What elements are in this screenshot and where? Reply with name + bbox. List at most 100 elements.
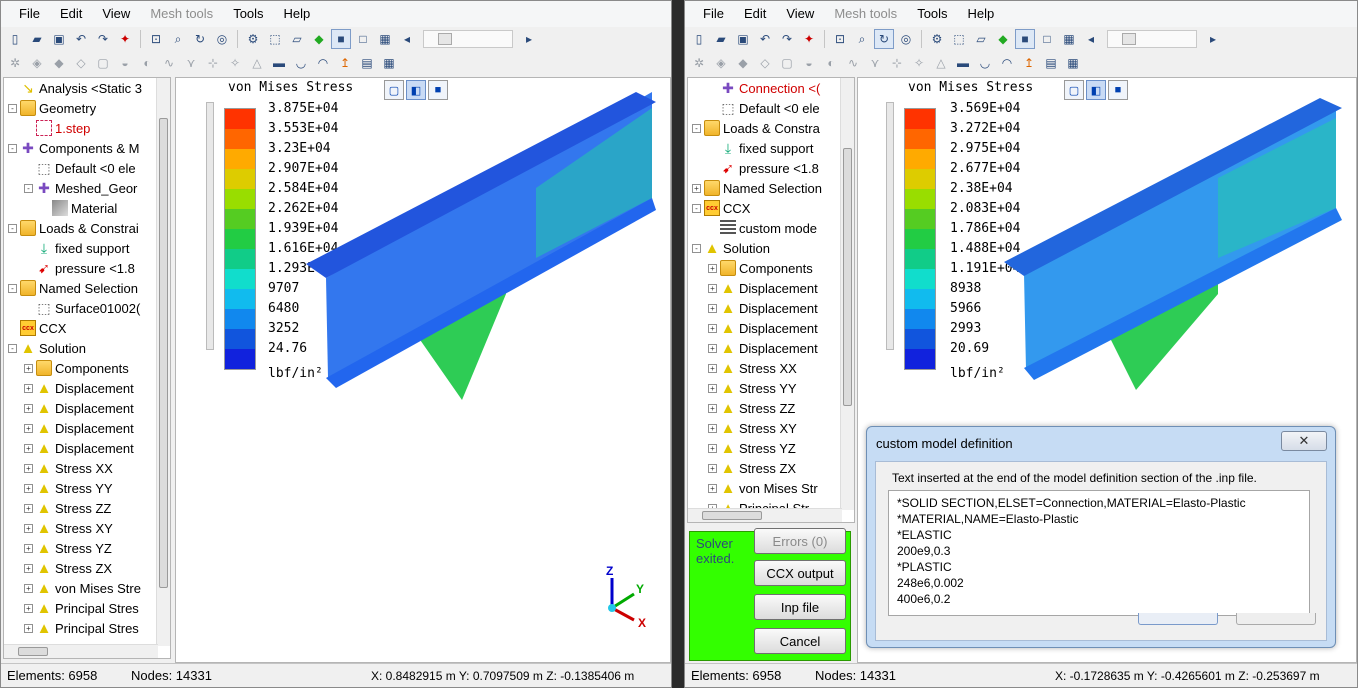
tree-item[interactable]: + ▲ Stress ZZ [688, 398, 854, 418]
tree-horizontal-scrollbar[interactable] [4, 644, 158, 658]
tree-item[interactable]: - Geometry [4, 98, 170, 118]
tree-item[interactable]: - ▲ Solution [4, 338, 170, 358]
errors-button[interactable]: Errors (0) [754, 528, 846, 554]
tree-item[interactable]: - ✚ Components & M [4, 138, 170, 158]
tree-item[interactable]: ✚ Connection <( [688, 78, 854, 98]
mesh-tool-icon[interactable]: ✧ [909, 53, 929, 73]
mesh-icon[interactable]: ▦ [1059, 29, 1079, 49]
expand-icon[interactable]: + [24, 363, 33, 373]
scroller-thumb[interactable] [438, 33, 452, 45]
collapse-icon[interactable]: - [8, 283, 17, 293]
surface-icon[interactable]: ◆ [993, 29, 1013, 49]
tree-item[interactable]: ccx CCX [4, 318, 170, 338]
select-mode-icon[interactable]: ⬚ [265, 29, 285, 49]
tree-item[interactable]: 1.step [4, 118, 170, 138]
table-icon[interactable]: ▦ [379, 53, 399, 73]
mesh-tool-icon[interactable]: ✲ [5, 53, 25, 73]
collapse-icon[interactable]: - [692, 123, 701, 133]
tree-vertical-scrollbar[interactable] [840, 78, 854, 510]
model-definition-textarea[interactable]: *SOLID SECTION,ELSET=Connection,MATERIAL… [888, 490, 1310, 616]
dialog-cancel-button[interactable] [1236, 613, 1316, 625]
close-icon[interactable]: ✕ [1281, 431, 1327, 451]
tree-item[interactable]: ➹ pressure <1.8 [4, 258, 170, 278]
tree-item[interactable]: ⤓ fixed support [688, 138, 854, 158]
expand-icon[interactable]: + [708, 403, 717, 413]
mesh-tool-icon[interactable]: ⊹ [203, 53, 223, 73]
expand-icon[interactable]: + [24, 443, 33, 453]
expand-icon[interactable]: + [24, 523, 33, 533]
undo-icon[interactable]: ↶ [755, 29, 775, 49]
save-icon[interactable]: ▣ [733, 29, 753, 49]
expand-icon[interactable]: + [24, 563, 33, 573]
menu-view[interactable]: View [92, 1, 140, 27]
collapse-icon[interactable]: - [8, 223, 17, 233]
expand-icon[interactable]: + [708, 443, 717, 453]
menu-help[interactable]: Help [958, 1, 1005, 27]
menu-edit[interactable]: Edit [50, 1, 92, 27]
tree-item[interactable]: + ▲ Stress YY [4, 478, 170, 498]
tree-item[interactable]: + ▲ Stress XX [688, 358, 854, 378]
scrollbar-thumb[interactable] [159, 118, 168, 588]
undo-icon[interactable]: ↶ [71, 29, 91, 49]
menu-view[interactable]: View [776, 1, 824, 27]
expand-icon[interactable]: + [708, 283, 717, 293]
expand-icon[interactable]: + [708, 483, 717, 493]
toolbar-scroller[interactable] [423, 30, 513, 48]
tree-item[interactable]: ⤓ fixed support [4, 238, 170, 258]
mesh-tool-icon[interactable]: ⋎ [181, 53, 201, 73]
mesh-tool-icon[interactable]: ◈ [711, 53, 731, 73]
scrollbar-thumb[interactable] [18, 647, 48, 656]
expand-icon[interactable]: + [708, 423, 717, 433]
tree-item[interactable]: + ▲ Displacement [688, 338, 854, 358]
zoom-box-icon[interactable]: ⊡ [830, 29, 850, 49]
tree-item[interactable]: + Components [688, 258, 854, 278]
tree-item[interactable]: + ▲ Displacement [688, 278, 854, 298]
shaded-icon[interactable]: ■ [1015, 29, 1035, 49]
tree-item[interactable]: + ▲ Displacement [688, 298, 854, 318]
mesh-tool-icon[interactable]: ◒ [799, 53, 819, 73]
ok-button[interactable] [1138, 613, 1218, 625]
menu-file[interactable]: File [693, 1, 734, 27]
fit-view-icon[interactable]: ◎ [896, 29, 916, 49]
3d-viewport[interactable]: von Mises Stress ▢ ◧ ■ 3.875E+04 3.553E+0… [175, 77, 671, 663]
tree-item[interactable]: - ✚ Meshed_Geor [4, 178, 170, 198]
mesh-tool-icon[interactable]: ◆ [733, 53, 753, 73]
scroll-right-icon[interactable]: ▸ [519, 29, 539, 49]
tree-item[interactable]: Material [4, 198, 170, 218]
zoom-icon[interactable]: ⌕ [852, 29, 872, 49]
mesh-tool-icon[interactable]: ◇ [71, 53, 91, 73]
bowl-icon[interactable]: ◠ [997, 53, 1017, 73]
expand-icon[interactable]: + [24, 403, 33, 413]
tree-item[interactable]: + ▲ von Mises Stre [4, 578, 170, 598]
open-folder-icon[interactable]: ▰ [711, 29, 731, 49]
mesh-icon[interactable]: ▦ [375, 29, 395, 49]
mesh-tool-icon[interactable]: ◇ [755, 53, 775, 73]
film-icon[interactable]: ▤ [1041, 53, 1061, 73]
tree-item[interactable]: - Loads & Constrai [4, 218, 170, 238]
tree-item[interactable]: + Named Selection [688, 178, 854, 198]
film-icon[interactable]: ▤ [357, 53, 377, 73]
line-icon[interactable]: ▬ [953, 53, 973, 73]
mesh-tool-icon[interactable]: ⋎ [865, 53, 885, 73]
menu-mesh-tools[interactable]: Mesh tools [824, 1, 907, 27]
mesh-tool-icon[interactable]: △ [247, 53, 267, 73]
surface-icon[interactable]: ◆ [309, 29, 329, 49]
expand-icon[interactable]: + [24, 383, 33, 393]
select-icon[interactable]: ⚙ [927, 29, 947, 49]
solve-ccx-icon[interactable]: ✦ [799, 29, 819, 49]
expand-icon[interactable]: + [24, 463, 33, 473]
expand-icon[interactable]: + [24, 583, 33, 593]
tree-item[interactable]: + ▲ Displacement [4, 378, 170, 398]
zoom-box-icon[interactable]: ⊡ [146, 29, 166, 49]
new-file-icon[interactable]: ▯ [5, 29, 25, 49]
shaded-icon[interactable]: ■ [331, 29, 351, 49]
tree-item[interactable]: + ▲ Principal Stres [4, 618, 170, 638]
toolbar-scroller[interactable] [1107, 30, 1197, 48]
tree-item[interactable]: + ▲ Stress XY [688, 418, 854, 438]
tree-item[interactable]: ⬚ Default <0 ele [4, 158, 170, 178]
menu-edit[interactable]: Edit [734, 1, 776, 27]
expand-icon[interactable]: + [24, 503, 33, 513]
menu-tools[interactable]: Tools [907, 1, 957, 27]
expand-icon[interactable]: + [708, 323, 717, 333]
tree-item[interactable]: + ▲ Stress YZ [688, 438, 854, 458]
